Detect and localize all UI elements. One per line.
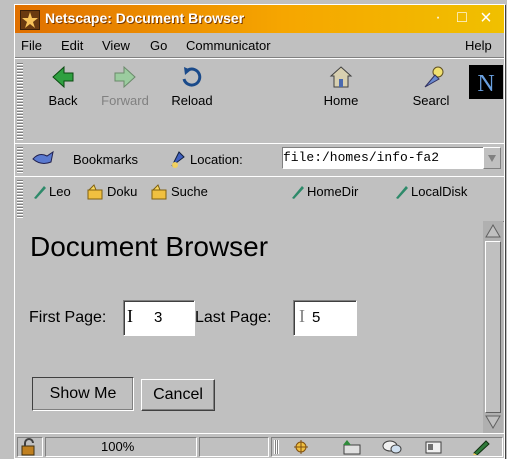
search-icon — [424, 66, 444, 88]
minimize-icon[interactable]: · — [429, 9, 447, 27]
search-button[interactable]: Searcl — [405, 63, 457, 113]
toolbar-grip[interactable] — [17, 147, 23, 173]
mail-icon[interactable] — [342, 439, 362, 455]
text-cursor-icon: I — [299, 306, 305, 326]
first-page-value: 3 — [154, 309, 163, 326]
page-title: Document Browser — [30, 231, 269, 262]
netscape-app-icon[interactable] — [20, 10, 40, 30]
composer-icon[interactable] — [472, 439, 492, 455]
home-icon — [329, 66, 353, 88]
cancel-label: Cancel — [153, 386, 203, 403]
home-label: Home — [323, 93, 359, 108]
show-me-label: Show Me — [49, 385, 117, 402]
folder-icon — [151, 184, 167, 200]
menu-communicator[interactable]: Communicator — [186, 38, 271, 53]
title-bar[interactable]: Netscape: Document Browser · □ × — [15, 5, 504, 33]
maximize-icon[interactable]: □ — [453, 9, 471, 27]
toolbar-grip[interactable] — [17, 180, 23, 218]
location-url: file:/homes/info-fa2 — [283, 150, 440, 165]
reload-button[interactable]: Reload — [162, 63, 222, 113]
first-page-label: First Page: — [29, 309, 107, 326]
location-input[interactable]: file:/homes/info-fa2 — [282, 147, 484, 169]
component-bar — [271, 437, 503, 457]
back-label: Back — [48, 93, 78, 108]
personal-link-label: HomeDir — [307, 184, 359, 199]
toolbar-grip[interactable] — [17, 62, 23, 140]
component-bar-grip[interactable] — [274, 440, 279, 454]
bookmarks-menu[interactable]: Bookmarks — [73, 152, 138, 167]
menu-help[interactable]: Help — [465, 38, 492, 53]
personal-folder-label: Doku — [107, 184, 138, 199]
navigation-toolbar: Back Forward Reload Home Searcl N — [15, 58, 504, 144]
menu-edit[interactable]: Edit — [61, 38, 83, 53]
page-proxy-icon[interactable] — [169, 149, 187, 169]
discussions-icon[interactable] — [382, 439, 402, 455]
address-book-icon[interactable] — [424, 439, 444, 455]
last-page-value: 5 — [312, 309, 321, 326]
vertical-scrollbar[interactable] — [483, 221, 503, 433]
personal-folder-label: Suche — [171, 184, 208, 199]
cancel-button[interactable]: Cancel — [141, 379, 215, 411]
first-page-input[interactable]: I 3 — [123, 300, 195, 336]
zoom-level: 100% — [101, 439, 135, 454]
location-dropdown[interactable] — [483, 147, 501, 169]
chevron-down-icon — [488, 155, 496, 162]
folder-icon — [87, 184, 103, 200]
last-page-label: Last Page: — [195, 309, 272, 326]
menu-bar: File Edit View Go Communicator Help — [15, 33, 504, 58]
search-label: Searcl — [412, 93, 450, 108]
text-cursor-icon: I — [127, 306, 133, 326]
back-button[interactable]: Back — [33, 63, 93, 113]
location-toolbar: Bookmarks Location: file:/homes/info-fa2 — [15, 143, 504, 177]
personal-toolbar: Leo Doku Suche HomeDir LocalDisk — [15, 176, 504, 222]
security-lock-icon[interactable] — [17, 437, 43, 457]
forward-button[interactable]: Forward — [95, 63, 155, 113]
status-bar: 100% — [15, 433, 504, 459]
menu-go[interactable]: Go — [150, 38, 167, 53]
bookmark-pen-icon — [34, 186, 46, 199]
bookmark-pen-icon — [292, 186, 304, 199]
netscape-logo[interactable]: N — [469, 65, 503, 99]
last-page-input[interactable]: I 5 — [293, 300, 357, 336]
reload-label: Reload — [171, 93, 213, 108]
home-button[interactable]: Home — [311, 63, 371, 113]
scroll-down-icon[interactable] — [485, 414, 501, 430]
bookmark-pen-icon — [396, 186, 408, 199]
close-icon[interactable]: × — [477, 8, 495, 28]
reload-icon — [182, 67, 202, 87]
show-me-button[interactable]: Show Me — [32, 377, 134, 411]
location-label: Location: — [190, 152, 243, 167]
page-content: Document Browser First Page: I 3 Last Pa… — [15, 221, 483, 433]
menu-file[interactable]: File — [21, 38, 42, 53]
forward-label: Forward — [101, 93, 149, 108]
menu-view[interactable]: View — [102, 38, 130, 53]
forward-arrow-icon — [114, 65, 136, 89]
scroll-up-icon[interactable] — [485, 223, 501, 239]
scroll-thumb[interactable] — [485, 241, 501, 413]
status-message — [199, 437, 269, 457]
back-arrow-icon — [52, 65, 74, 89]
bookmarks-icon[interactable] — [31, 150, 57, 168]
svg-text:N: N — [477, 71, 494, 97]
window-title: Netscape: Document Browser — [45, 10, 245, 26]
progress-meter: 100% — [45, 437, 197, 457]
personal-link-label: Leo — [49, 184, 71, 199]
browser-window: Netscape: Document Browser · □ × File Ed… — [14, 4, 505, 459]
personal-link-label: LocalDisk — [411, 184, 468, 199]
navigator-icon[interactable] — [292, 439, 310, 455]
